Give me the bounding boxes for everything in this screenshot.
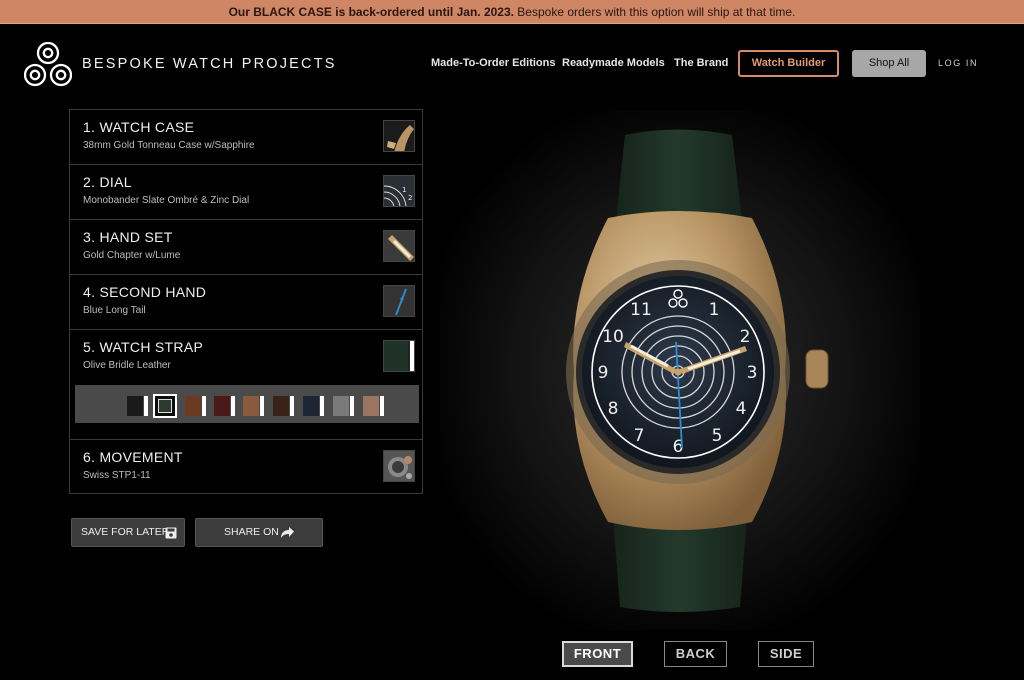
numeral-2: 2 [740,327,751,347]
share-label: SHARE ON [224,526,279,538]
step-selection: Olive Bridle Leather [83,360,171,371]
numeral-1: 1 [709,300,720,320]
strap-swatch-olive-selected[interactable] [153,394,177,418]
banner-text: Bespoke orders with this option will shi… [513,5,796,19]
strap-swatch-tan[interactable] [243,396,265,416]
numeral-3: 3 [747,363,758,383]
step-selection: Gold Chapter w/Lume [83,250,181,261]
step-selection: Swiss STP1-11 [83,470,151,481]
step-movement[interactable]: 6. MOVEMENT Swiss STP1-11 [70,440,422,495]
shop-all-button[interactable]: Shop All [852,50,926,77]
share-arrow-icon [281,527,294,538]
step-selection: Monobander Slate Ombré & Zinc Dial [83,195,250,206]
svg-text:2: 2 [408,194,412,202]
step-selection: 38mm Gold Tonneau Case w/Sapphire [83,140,255,151]
strap-top [616,129,742,220]
nav-made-to-order[interactable]: Made-To-Order Editions [431,57,555,69]
main-nav: Made-To-Order Editions Readymade Models … [0,50,1024,78]
save-disk-icon [165,527,177,539]
strap-thumbnail-icon [383,340,415,372]
numeral-5: 5 [712,426,723,446]
second-hand-thumbnail-icon [383,285,415,317]
strap-swatch-grey[interactable] [333,396,355,416]
strap-color-swatches [75,385,419,423]
site-header: BESPOKE WATCH PROJECTS Made-To-Order Edi… [0,24,1024,110]
movement-thumbnail-icon [383,450,415,482]
numeral-10: 10 [602,327,624,347]
strap-swatch-black[interactable] [127,396,149,416]
hand-set-thumbnail-icon [383,230,415,262]
banner-bold-text: Our BLACK CASE is back-ordered until Jan… [228,5,514,19]
share-on-button[interactable]: SHARE ON [195,518,323,547]
numeral-9: 9 [598,363,609,383]
step-dial[interactable]: 2. DIAL Monobander Slate Ombré & Zinc Di… [70,165,422,220]
strap-swatch-taupe[interactable] [363,396,385,416]
step-title: 5. WATCH STRAP [83,339,204,355]
announcement-banner: Our BLACK CASE is back-ordered until Jan… [0,0,1024,24]
step-watch-case[interactable]: 1. WATCH CASE 38mm Gold Tonneau Case w/S… [70,110,422,165]
watch-builder-button[interactable]: Watch Builder [738,50,839,77]
login-link[interactable]: LOG IN [938,58,978,68]
strap-swatch-navy[interactable] [303,396,325,416]
step-title: 3. HAND SET [83,229,173,245]
numeral-11: 11 [630,300,652,320]
step-title: 1. WATCH CASE [83,119,195,135]
step-title: 6. MOVEMENT [83,449,183,465]
view-back-button[interactable]: BACK [664,641,727,667]
save-for-later-button[interactable]: SAVE FOR LATER [71,518,185,547]
view-front-button[interactable]: FRONT [562,641,633,667]
strap-swatch-dark-brown[interactable] [273,396,295,416]
strap-swatch-oxblood[interactable] [214,396,236,416]
case-thumbnail-icon [383,120,415,152]
nav-the-brand[interactable]: The Brand [674,57,728,69]
nav-readymade-models[interactable]: Readymade Models [562,57,665,69]
step-second-hand[interactable]: 4. SECOND HAND Blue Long Tail [70,275,422,330]
strap-swatch-brown[interactable] [185,396,207,416]
builder-steps-panel: 1. WATCH CASE 38mm Gold Tonneau Case w/S… [69,109,423,494]
save-label: SAVE FOR LATER [81,526,170,538]
watch-preview: 11 1 2 3 4 5 6 7 8 9 10 [440,110,920,630]
step-hand-set[interactable]: 3. HAND SET Gold Chapter w/Lume [70,220,422,275]
watch-crown [805,349,829,389]
step-selection: Blue Long Tail [83,305,146,316]
step-title: 2. DIAL [83,174,132,190]
svg-text:1: 1 [402,186,406,194]
view-side-button[interactable]: SIDE [758,641,814,667]
dial-thumbnail-icon: 12 [383,175,415,207]
numeral-8: 8 [608,399,619,419]
step-title: 4. SECOND HAND [83,284,207,300]
numeral-7: 7 [634,426,645,446]
numeral-4: 4 [736,399,747,419]
